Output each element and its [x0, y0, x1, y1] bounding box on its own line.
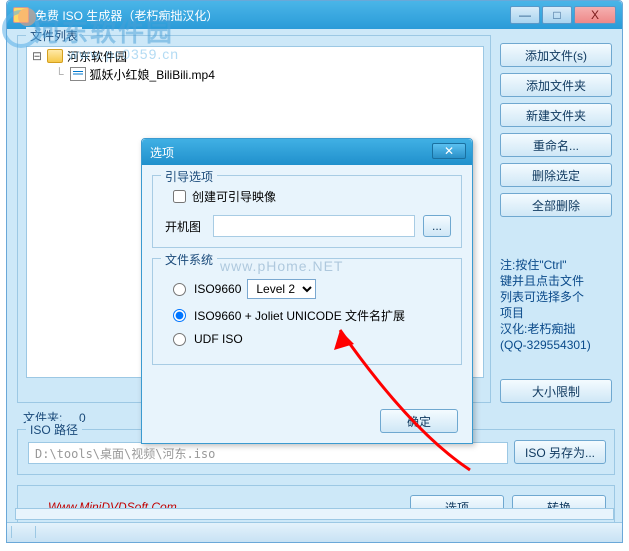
titlebar[interactable]: 免费 ISO 生成器（老朽痴拙汉化） — □ X	[7, 1, 622, 29]
minimize-button[interactable]: —	[510, 6, 540, 24]
window-title: 免费 ISO 生成器（老朽痴拙汉化）	[35, 7, 510, 24]
tree-root-label: 河东软件园	[67, 48, 127, 65]
fs-joliet-row[interactable]: ISO9660 + Joliet UNICODE 文件名扩展	[173, 307, 451, 324]
window-buttons: — □ X	[510, 6, 616, 24]
tip-line: 项目	[500, 305, 612, 321]
fs-iso9660-label: ISO9660	[194, 282, 241, 296]
side-buttons-2: 大小限制	[500, 379, 612, 409]
tree-item-row[interactable]: └ 狐妖小红娘_BiliBili.mp4	[27, 65, 483, 83]
tree-collapse-icon[interactable]: ⊟	[31, 49, 43, 63]
tip-line: 注:按住"Ctrl"	[500, 257, 612, 273]
dialog-titlebar[interactable]: 选项	[142, 139, 472, 165]
tip-line: (QQ-329554301)	[500, 337, 612, 353]
iso9660-level-select[interactable]: Level 2	[247, 279, 316, 299]
boot-image-input[interactable]	[213, 215, 415, 237]
delete-all-button[interactable]: 全部删除	[500, 193, 612, 217]
progress-bar	[15, 508, 614, 520]
fs-joliet-radio[interactable]	[173, 309, 186, 322]
tip-text: 注:按住"Ctrl" 键并且点击文件 列表可选择多个 项目 汉化:老朽痴拙 (Q…	[500, 257, 612, 353]
status-bar	[7, 522, 622, 542]
close-button[interactable]: X	[574, 6, 616, 24]
size-limit-button[interactable]: 大小限制	[500, 379, 612, 403]
boot-options-legend: 引导选项	[161, 168, 217, 185]
dialog-body: 引导选项 创建可引导映像 开机图 ... 文件系统 ISO9660 Level …	[142, 165, 472, 385]
delete-selected-button[interactable]: 删除选定	[500, 163, 612, 187]
create-bootable-row[interactable]: 创建可引导映像	[173, 188, 451, 205]
fs-iso9660-row[interactable]: ISO9660 Level 2	[173, 279, 451, 299]
folder-icon	[47, 49, 63, 63]
filesystem-legend: 文件系统	[161, 251, 217, 268]
fs-udf-label: UDF ISO	[194, 332, 243, 346]
options-dialog: 选项 ✕ 引导选项 创建可引导映像 开机图 ... 文件系统 ISO9660 L…	[141, 138, 473, 444]
add-files-button[interactable]: 添加文件(s)	[500, 43, 612, 67]
boot-image-label: 开机图	[165, 218, 205, 235]
file-icon	[70, 67, 86, 81]
fs-joliet-label: ISO9660 + Joliet UNICODE 文件名扩展	[194, 307, 405, 324]
tip-line: 列表可选择多个	[500, 289, 612, 305]
iso-path-label: ISO 路径	[26, 421, 82, 438]
tip-line: 键并且点击文件	[500, 273, 612, 289]
tip-line: 汉化:老朽痴拙	[500, 321, 612, 337]
dialog-close-button[interactable]: ✕	[432, 143, 466, 159]
iso-path-input[interactable]	[28, 442, 508, 464]
fs-udf-radio[interactable]	[173, 333, 186, 346]
rename-button[interactable]: 重命名...	[500, 133, 612, 157]
side-buttons: 添加文件(s) 添加文件夹 新建文件夹 重命名... 删除选定 全部删除	[500, 43, 612, 223]
tree-root-row[interactable]: ⊟ 河东软件园	[27, 47, 483, 65]
add-folder-button[interactable]: 添加文件夹	[500, 73, 612, 97]
create-bootable-label: 创建可引导映像	[192, 188, 276, 205]
fs-iso9660-radio[interactable]	[173, 283, 186, 296]
boot-image-row: 开机图 ...	[165, 215, 451, 237]
file-list-label: 文件列表	[26, 27, 82, 44]
ok-button[interactable]: 确定	[380, 409, 458, 433]
boot-options-group: 引导选项 创建可引导映像 开机图 ...	[152, 175, 462, 248]
maximize-button[interactable]: □	[542, 6, 572, 24]
create-bootable-checkbox[interactable]	[173, 190, 186, 203]
iso-save-as-button[interactable]: ISO 另存为...	[514, 440, 606, 464]
dialog-title: 选项	[150, 144, 174, 161]
new-folder-button[interactable]: 新建文件夹	[500, 103, 612, 127]
filesystem-group: 文件系统 ISO9660 Level 2 ISO9660 + Joliet UN…	[152, 258, 462, 365]
bottom-bar: Www.MiniDVDSoft.Com 选项 转换	[17, 485, 615, 527]
tree-connector-icon: └	[55, 67, 64, 81]
tree-item-label: 狐妖小红娘_BiliBili.mp4	[90, 66, 215, 83]
fs-udf-row[interactable]: UDF ISO	[173, 332, 451, 346]
app-icon	[13, 7, 29, 23]
browse-button[interactable]: ...	[423, 215, 451, 237]
